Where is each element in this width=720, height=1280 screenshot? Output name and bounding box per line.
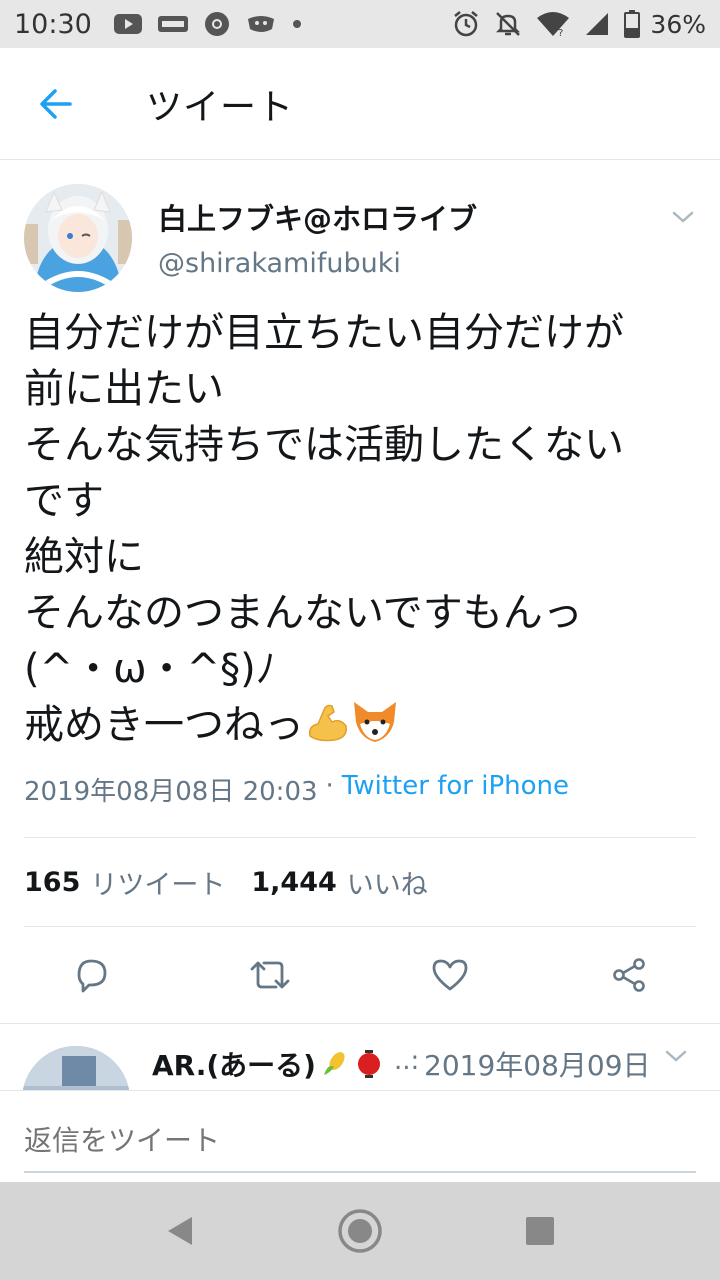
like-button[interactable] <box>403 945 497 1005</box>
reply-truncation: ..: <box>394 1046 420 1076</box>
tweet-line-text: 戒めき一つねっ <box>24 702 304 748</box>
back-arrow-icon <box>40 88 72 119</box>
reply-date: 2019年08月09日 <box>424 1049 651 1082</box>
tweet-line: (^・ω・^§)ﾉ <box>24 646 276 692</box>
top-app-bar: ツイート <box>0 48 720 160</box>
tweet-menu-button[interactable] <box>668 202 698 232</box>
reply-button[interactable] <box>44 945 138 1005</box>
nav-home-button[interactable] <box>325 1196 395 1266</box>
tweet-detail: 白上フブキ@ホロライブ @shirakamifubuki 自分だけが目立ちたい自… <box>0 160 720 1024</box>
tweet-actions <box>0 927 720 1023</box>
wifi-icon: ? <box>536 10 570 38</box>
tweet-line: 絶対に <box>24 534 144 580</box>
battery-percent: 36% <box>650 9 706 39</box>
app2-icon <box>246 13 276 35</box>
tweet-source-link[interactable]: Twitter for iPhone <box>342 771 569 801</box>
reply-preview[interactable]: AR.(あーる) ..: 2019年08月09日 <box>0 1020 720 1090</box>
lantern-icon <box>357 1050 380 1078</box>
like-count[interactable]: 1,444 <box>251 867 336 898</box>
tweet-meta: 2019年08月08日 20:03 · Twitter for iPhone <box>0 759 720 837</box>
signal-icon <box>584 11 610 37</box>
chevron-down-icon <box>672 211 694 223</box>
chevron-down-icon <box>665 1050 687 1062</box>
retweet-label[interactable]: リツイート <box>90 863 225 902</box>
reply-author-name[interactable]: AR.(あーる) <box>152 1044 384 1084</box>
nav-recents-button[interactable] <box>505 1196 575 1266</box>
share-button[interactable] <box>582 945 676 1005</box>
battery-icon <box>624 10 641 38</box>
retweet-icon <box>250 961 290 989</box>
like-label[interactable]: いいね <box>347 863 428 902</box>
retweet-count[interactable]: 165 <box>24 867 80 898</box>
fox-face-icon <box>350 698 400 759</box>
chrome-icon <box>204 11 230 37</box>
reply-input[interactable] <box>24 1115 696 1173</box>
circle-home-icon <box>338 1209 382 1253</box>
reply-compose-bar <box>0 1090 720 1182</box>
system-nav-bar <box>0 1182 720 1280</box>
meta-separator: · <box>325 771 334 801</box>
back-button[interactable] <box>0 48 112 160</box>
svg-text:?: ? <box>558 28 563 38</box>
tweet-line: 前に出たい <box>24 366 224 412</box>
reply-author-text: AR.(あーる) <box>152 1049 316 1082</box>
author-handle[interactable]: @shirakamifubuki <box>158 248 401 279</box>
status-bar: 10:30 ? 36% <box>0 0 720 48</box>
app-icon <box>157 14 188 34</box>
dot-icon <box>292 19 302 29</box>
reply-avatar[interactable] <box>22 1046 130 1090</box>
retweet-button[interactable] <box>223 945 317 1005</box>
avatar[interactable] <box>24 184 132 292</box>
tweet-author: 白上フブキ@ホロライブ @shirakamifubuki <box>0 160 720 305</box>
flexed-biceps-icon <box>304 698 350 759</box>
reply-icon <box>77 959 107 993</box>
tweet-text: 自分だけが目立ちたい自分だけが 前に出たい そんな気持ちでは活動したくない です… <box>0 305 720 759</box>
tweet-line: 自分だけが目立ちたい自分だけが <box>24 310 624 356</box>
tweet-stats: 165 リツイート 1,444 いいね <box>0 838 720 926</box>
tweet-date: 2019年08月08日 20:03 <box>24 777 318 807</box>
reply-menu-button[interactable] <box>664 1048 694 1078</box>
alarm-icon <box>452 10 480 38</box>
tweet-line-last: 戒めき一つねっ <box>24 697 696 759</box>
mute-icon <box>494 10 522 38</box>
square-recents-icon <box>526 1217 554 1245</box>
nav-back-button[interactable] <box>145 1196 215 1266</box>
page-title: ツイート <box>146 86 295 128</box>
author-display-name[interactable]: 白上フブキ@ホロライブ <box>158 196 477 238</box>
heart-icon <box>432 959 468 991</box>
corn-icon <box>323 1052 345 1075</box>
status-time: 10:30 <box>14 8 92 40</box>
youtube-icon <box>113 14 142 34</box>
share-icon <box>613 958 645 992</box>
triangle-back-icon <box>168 1217 192 1245</box>
tweet-line: そんな気持ちでは活動したくない <box>24 422 624 468</box>
tweet-line: そんなのつまんないですもんっ <box>24 590 583 636</box>
tweet-line: です <box>24 478 104 524</box>
